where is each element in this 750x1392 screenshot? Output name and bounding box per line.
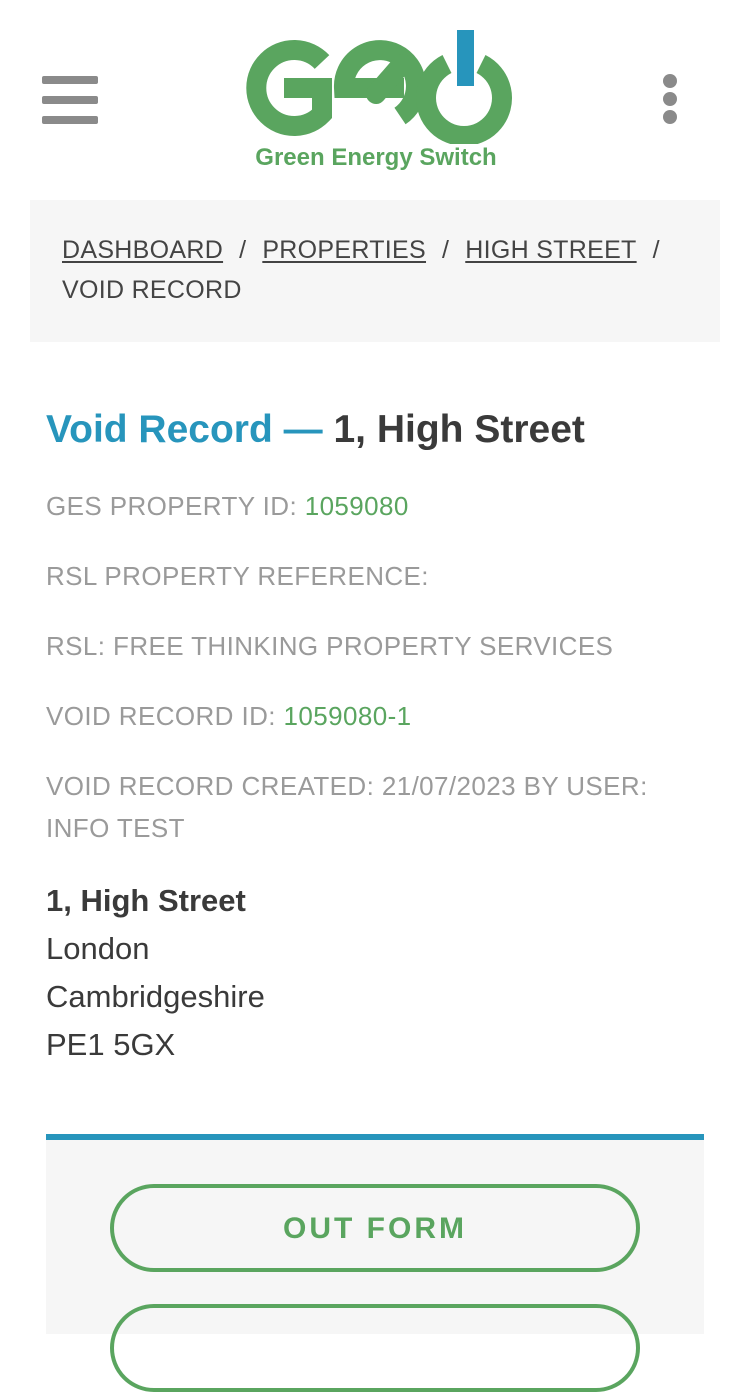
void-record-created: VOID RECORD CREATED: 21/07/2023 BY USER:… bbox=[46, 765, 706, 849]
address-county: Cambridgeshire bbox=[46, 979, 265, 1014]
breadcrumb-separator: / bbox=[239, 236, 247, 264]
logo-text: Green Energy Switch bbox=[255, 144, 497, 171]
void-record-id-value: 1059080-1 bbox=[283, 701, 412, 731]
breadcrumb-separator: / bbox=[652, 236, 660, 264]
ges-property-id-value: 1059080 bbox=[304, 491, 409, 521]
app-header: Green Energy Switch bbox=[0, 0, 750, 200]
breadcrumb-dashboard[interactable]: DASHBOARD bbox=[62, 236, 223, 264]
breadcrumb-high-street[interactable]: HIGH STREET bbox=[465, 236, 636, 264]
property-address: 1, High Street London Cambridgeshire PE1… bbox=[46, 877, 706, 1069]
rsl-value: FREE THINKING PROPERTY SERVICES bbox=[113, 631, 614, 661]
created-label: VOID RECORD CREATED: bbox=[46, 771, 375, 801]
out-form-button[interactable]: OUT FORM bbox=[110, 1184, 640, 1272]
rsl-label: RSL: bbox=[46, 631, 106, 661]
rsl-property-reference: RSL PROPERTY REFERENCE: bbox=[46, 555, 706, 597]
void-record-id-label: VOID RECORD ID: bbox=[46, 701, 276, 731]
vertical-ellipsis-icon[interactable] bbox=[656, 72, 684, 126]
page-title-property: 1, High Street bbox=[333, 408, 585, 451]
created-date: 21/07/2023 bbox=[381, 771, 516, 801]
page-title: Void Record — 1, High Street bbox=[46, 400, 706, 460]
ges-logo[interactable]: Green Energy Switch bbox=[236, 28, 516, 178]
address-line1: 1, High Street bbox=[46, 883, 246, 918]
breadcrumb: DASHBOARD / PROPERTIES / HIGH STREET / VOID RE… bbox=[30, 200, 720, 342]
page-title-prefix: Void Record — bbox=[46, 408, 323, 451]
void-record-content: Void Record — 1, High Street GES PROPERT… bbox=[46, 400, 706, 1069]
actions-panel: OUT FORM bbox=[46, 1134, 704, 1392]
created-by-label: BY USER: bbox=[523, 771, 648, 801]
void-record-id: VOID RECORD ID: 1059080-1 bbox=[46, 695, 706, 737]
breadcrumb-current: VOID RECORD bbox=[62, 276, 242, 304]
breadcrumb-properties[interactable]: PROPERTIES bbox=[262, 236, 426, 264]
created-by-user: INFO TEST bbox=[46, 813, 185, 843]
ges-property-id-label: GES PROPERTY ID: bbox=[46, 491, 298, 521]
ges-property-id: GES PROPERTY ID: 1059080 bbox=[46, 485, 706, 527]
next-action-button[interactable] bbox=[110, 1304, 640, 1392]
rsl-property-reference-label: RSL PROPERTY REFERENCE: bbox=[46, 561, 429, 591]
address-city: London bbox=[46, 931, 150, 966]
address-postcode: PE1 5GX bbox=[46, 1027, 176, 1062]
geo-logo-mark bbox=[246, 30, 512, 144]
hamburger-menu-icon[interactable] bbox=[40, 72, 100, 128]
rsl-name: RSL: FREE THINKING PROPERTY SERVICES bbox=[46, 625, 706, 667]
breadcrumb-separator: / bbox=[442, 236, 450, 264]
